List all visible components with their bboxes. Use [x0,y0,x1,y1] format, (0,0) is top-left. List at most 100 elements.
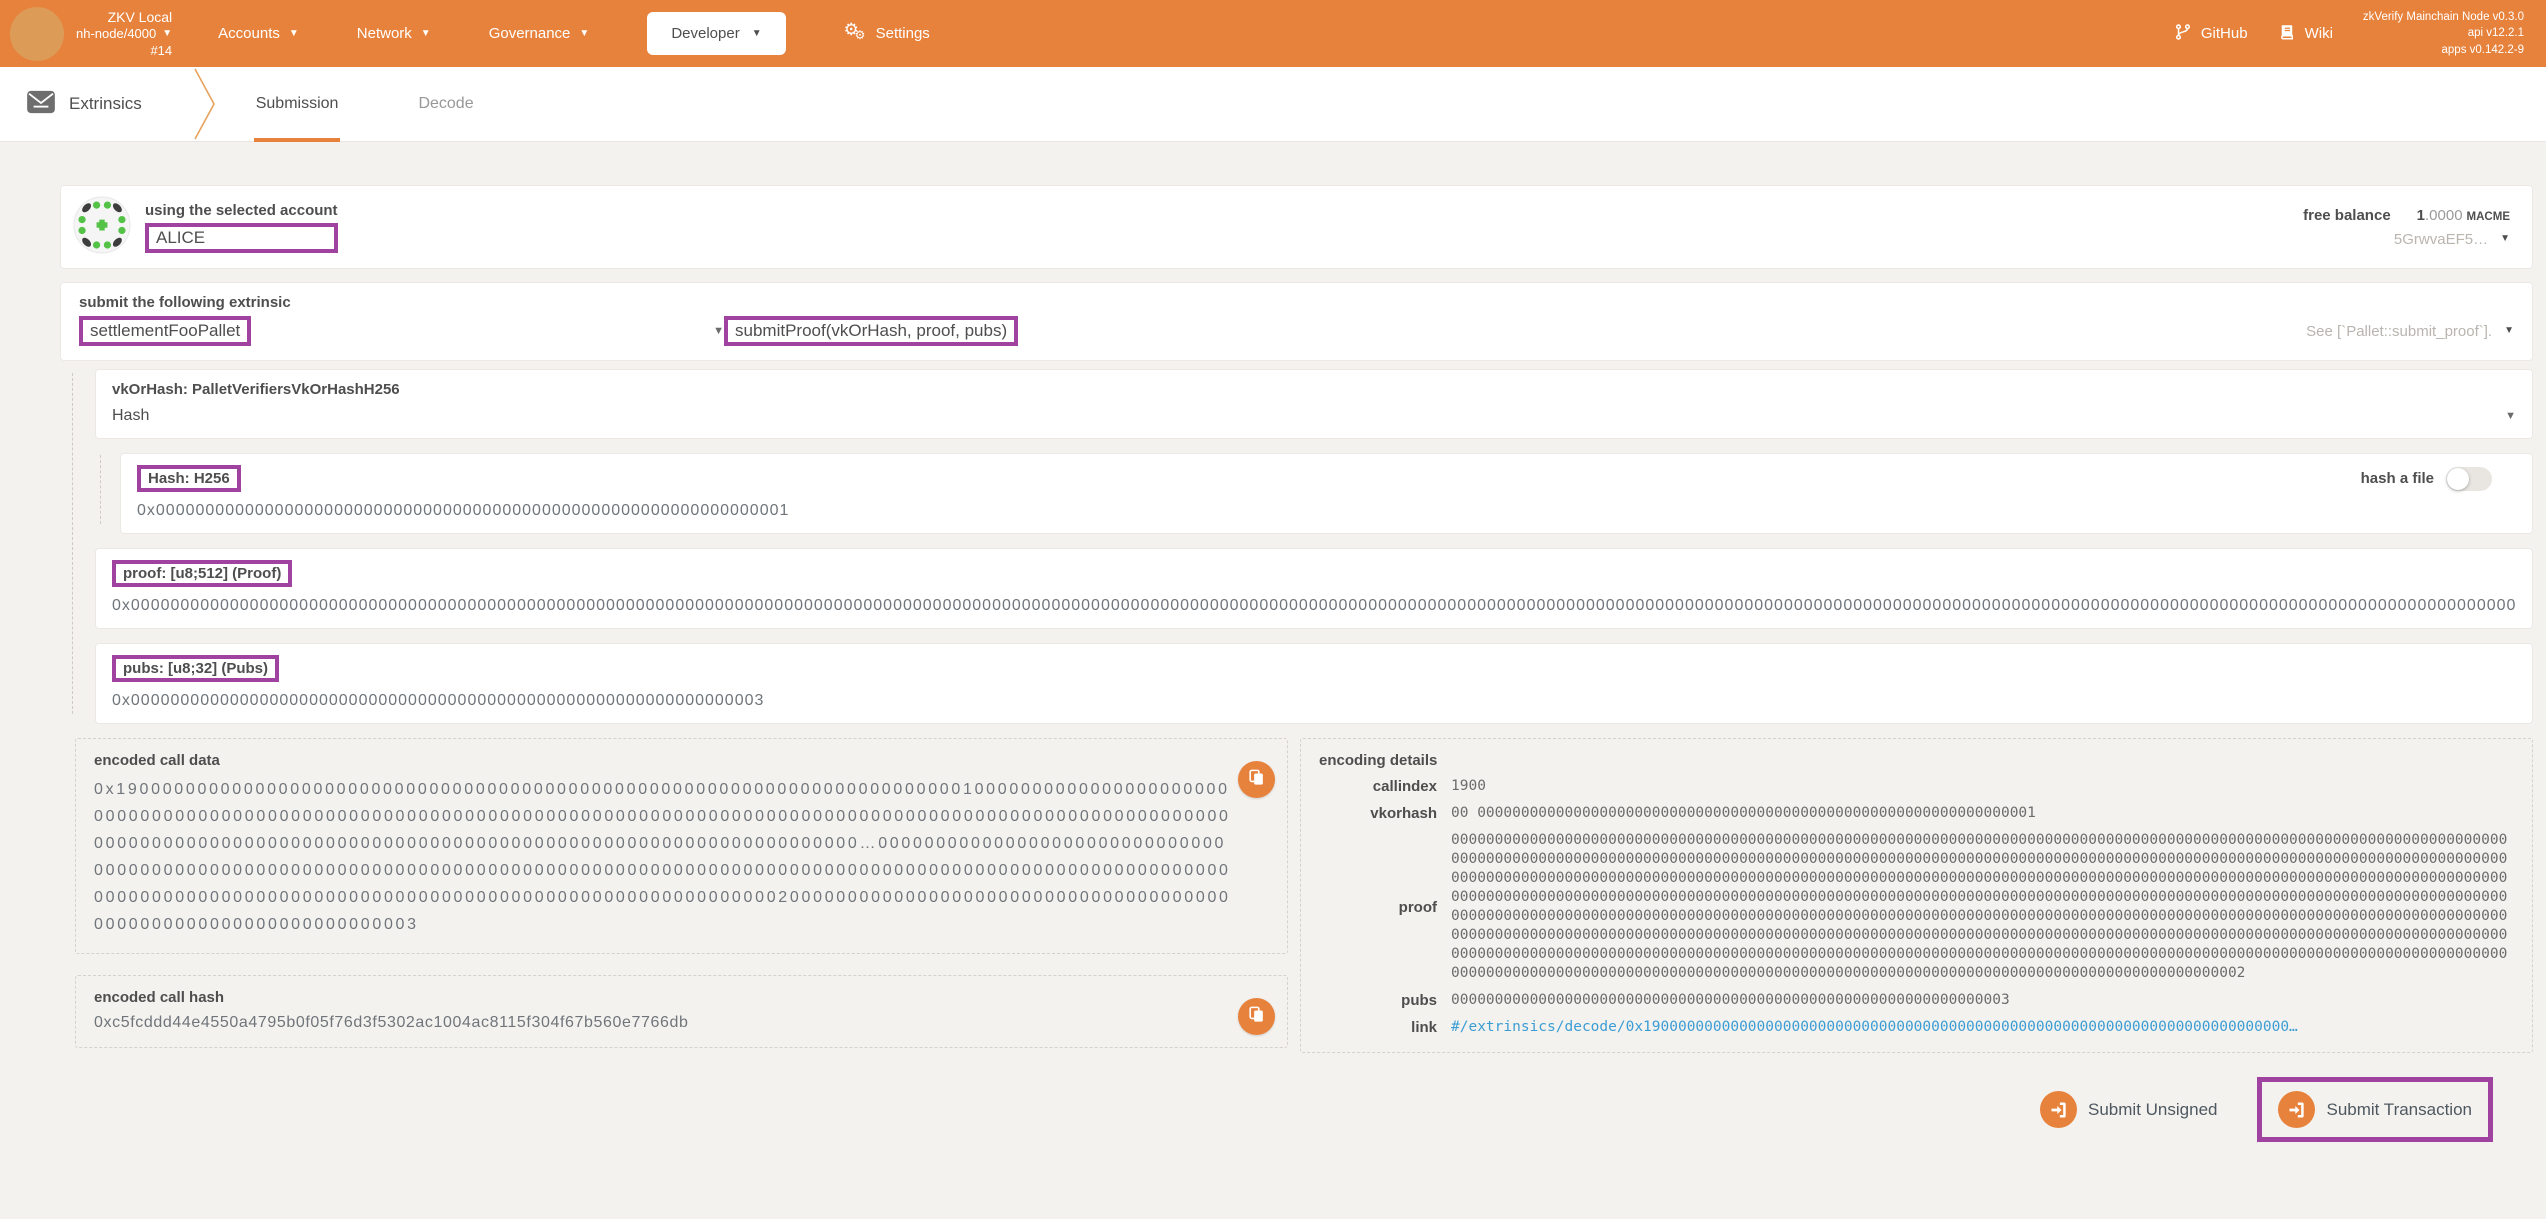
detail-row-callindex: callindex 1900 [1319,777,2514,796]
pallet-select[interactable]: settlementFooPallet ▼ [79,316,724,346]
detail-value: 0000000000000000000000000000000000000000… [1451,992,2010,1008]
caret-down-icon: ▼ [751,27,762,39]
wiki-label: Wiki [2304,25,2333,42]
copy-call-hash-button[interactable] [1238,998,1275,1035]
wiki-link[interactable]: Wiki [2278,23,2333,45]
git-branch-icon [2174,23,2192,45]
caret-down-icon: ▼ [162,28,173,40]
submit-transaction-button[interactable]: Submit Transaction [2278,1091,2472,1128]
submit-unsigned-button[interactable]: Submit Unsigned [2040,1091,2217,1128]
app-logo[interactable] [10,6,64,61]
annotation-box-submit: Submit Transaction [2257,1077,2493,1142]
param-hash: Hash: H256 hash a file 0x000000000000000… [120,453,2533,534]
annotation-box-hash: Hash: H256 [137,465,241,492]
github-label: GitHub [2200,25,2248,42]
pubs-label: pubs: [u8;32] (Pubs) [123,660,268,677]
param-vkorhash: vkOrHash: PalletVerifiersVkOrHashH256 Ha… [95,369,2533,439]
account-address-selector[interactable]: 5GrwvaEF5… ▼ [2303,231,2510,248]
free-balance-label: free balance [2303,206,2391,224]
detail-row-vkorhash: vkorhash 00 0000000000000000000000000000… [1319,804,2514,823]
section-title-label: Extrinsics [69,94,142,113]
sign-in-icon [2040,1091,2078,1128]
account-card: using the selected account ALICE free ba… [60,185,2533,269]
tab-submission[interactable]: Submission [250,67,345,142]
param-pubs: pubs: [u8;32] (Pubs) 0x00000000000000000… [95,643,2533,724]
account-label: using the selected account [145,201,338,219]
annotation-box-account: ALICE [145,222,338,253]
detail-label: vkorhash [1370,805,1437,822]
hash-input[interactable]: 0x00000000000000000000000000000000000000… [137,502,2516,520]
extrinsic-card: submit the following extrinsic settlemen… [60,282,2533,361]
gear-icon: ⚙ ⚙ [843,19,866,42]
method-select[interactable]: submitProof(vkOrHash, proof, pubs) [724,316,1019,346]
detail-value: 00 0000000000000000000000000000000000000… [1451,805,2036,821]
balance-integer: 1 [2416,206,2425,224]
node-endpoint: nh-node/4000 [76,25,157,41]
caret-down-icon: ▼ [420,27,431,39]
copy-call-data-button[interactable] [1238,761,1275,798]
caret-down-icon: ▼ [2505,409,2516,422]
encoded-call-data-label: encoded call data [94,752,220,769]
extrinsics-icon [26,90,56,119]
nav-item-network[interactable]: Network ▼ [357,25,431,42]
vkorhash-type-select[interactable]: Hash ▼ [112,407,2516,425]
annotation-box-pubs: pubs: [u8;32] (Pubs) [112,655,279,682]
nav-item-accounts[interactable]: Accounts ▼ [218,25,299,42]
decode-link[interactable]: #/extrinsics/decode/0x190000000000000000… [1451,1018,2298,1037]
copy-icon [1247,768,1266,792]
node-version: zkVerify Mainchain Node v0.3.0 [2362,11,2524,24]
nav-label: Network [356,25,412,42]
sign-in-icon [2278,1091,2316,1128]
annotation-box-pallet: settlementFooPallet [79,316,252,346]
balance-unit: MACME [2466,210,2510,223]
detail-row-proof: proof 0000000000000000000000000000000000… [1319,831,2514,983]
extrinsic-label: submit the following extrinsic [79,294,291,311]
hash-label: Hash: H256 [148,470,230,487]
caret-down-icon: ▼ [2504,325,2514,336]
github-link[interactable]: GitHub [2174,23,2248,45]
detail-value: 0000000000000000000000000000000000000000… [1451,832,2508,981]
hash-a-file-toggle[interactable] [2446,466,2492,491]
app-header: ZKV Local nh-node/4000 ▼ #14 Accounts ▼ … [0,0,2546,67]
copy-icon [1247,1005,1266,1029]
node-selector[interactable]: ZKV Local nh-node/4000 ▼ #14 [76,8,172,60]
api-version: api v12.2.1 [2467,27,2524,40]
pallet-select-value: settlementFooPallet [90,321,241,340]
tab-bar: Extrinsics Submission Decode [0,67,2546,142]
encoding-details-title: encoding details [1319,752,1438,769]
encoded-call-data-value: 0x19000000000000000000000000000000000000… [94,781,1231,933]
block-number: #14 [150,42,173,58]
nav-item-settings[interactable]: ⚙ ⚙ Settings [843,19,930,46]
vkorhash-title: vkOrHash: PalletVerifiersVkOrHashH256 [112,381,400,398]
param-proof: proof: [u8;512] (Proof) 0x00000000000000… [95,548,2533,629]
method-doc[interactable]: See [`Pallet::submit_proof`]. ▼ [2306,323,2514,340]
nav-item-governance[interactable]: Governance ▼ [489,25,590,42]
identicon[interactable] [73,195,131,259]
detail-row-link: link #/extrinsics/decode/0x1900000000000… [1319,1018,2514,1037]
pubs-input[interactable]: 0x00000000000000000000000000000000000000… [112,692,2516,710]
method-doc-text: See [`Pallet::submit_proof`]. [2306,322,2493,340]
caret-down-icon: ▼ [288,27,299,39]
actions-bar: Submit Unsigned Submit Transaction [60,1077,2533,1142]
caret-down-icon: ▼ [2500,233,2510,244]
nav-item-developer[interactable]: Developer ▼ [647,12,786,55]
version-info: zkVerify Mainchain Node v0.3.0 api v12.2… [2363,9,2524,57]
tab-decode[interactable]: Decode [412,67,479,142]
vkorhash-type-value: Hash [112,407,150,424]
params-section: vkOrHash: PalletVerifiersVkOrHashH256 Ha… [72,369,2533,724]
account-address: 5GrwvaEF5… [2393,230,2489,248]
detail-label: proof [1398,898,1437,916]
account-name[interactable]: ALICE [156,228,205,248]
nav-label: Accounts [218,25,280,42]
encoding-details-box: encoding details callindex 1900 vkorhash… [1300,738,2533,1053]
breadcrumb-chevron-icon [194,68,216,140]
encoded-call-hash-value: 0xc5fcddd44e4550a4795b0f05f76d3f5302ac10… [94,1014,689,1031]
book-icon [2278,23,2296,45]
detail-value: 1900 [1451,778,1486,794]
page-content: using the selected account ALICE free ba… [60,142,2533,1142]
detail-row-pubs: pubs 00000000000000000000000000000000000… [1319,991,2514,1010]
caret-down-icon: ▼ [713,324,724,337]
network-name: ZKV Local [107,8,173,25]
hash-a-file-label: hash a file [2360,470,2434,487]
proof-input[interactable]: 0x00000000000000000000000000000000000000… [112,597,2516,615]
